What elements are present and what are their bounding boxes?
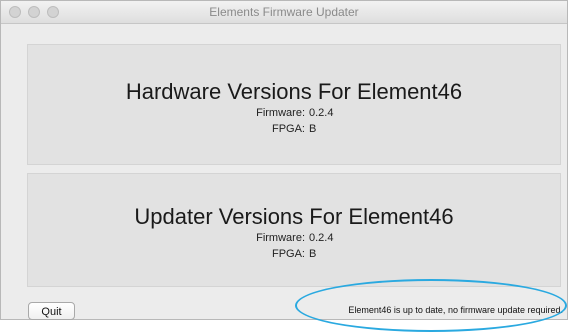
hardware-versions-panel: Hardware Versions For Element46 Firmware… [27, 44, 561, 165]
hardware-firmware-row: Firmware: 0.2.4 [28, 105, 560, 121]
quit-button[interactable]: Quit [28, 302, 75, 320]
hardware-fpga-label: FPGA: [271, 123, 305, 135]
updater-versions-heading: Updater Versions For Element46 [134, 204, 454, 229]
hardware-firmware-value: 0.2.4 [309, 107, 334, 119]
window-title: Elements Firmware Updater [209, 5, 359, 19]
app-window: Elements Firmware Updater Hardware Versi… [0, 0, 568, 320]
updater-fpga-value: B [309, 248, 317, 260]
updater-versions-panel: Updater Versions For Element46 Firmware:… [27, 173, 561, 287]
updater-fpga-row: FPGA: B [28, 246, 560, 262]
hardware-versions-heading: Hardware Versions For Element46 [125, 79, 463, 104]
updater-fpga-label: FPGA: [271, 248, 305, 260]
hardware-fpga-row: FPGA: B [28, 121, 560, 137]
highlight-ellipse [295, 279, 567, 332]
updater-firmware-label: Firmware: [256, 232, 305, 244]
hardware-firmware-label: Firmware: [256, 107, 305, 119]
title-bar: Elements Firmware Updater [1, 1, 567, 24]
hardware-fpga-value: B [309, 123, 317, 135]
updater-firmware-value: 0.2.4 [309, 232, 334, 244]
updater-firmware-row: Firmware: 0.2.4 [28, 230, 560, 246]
